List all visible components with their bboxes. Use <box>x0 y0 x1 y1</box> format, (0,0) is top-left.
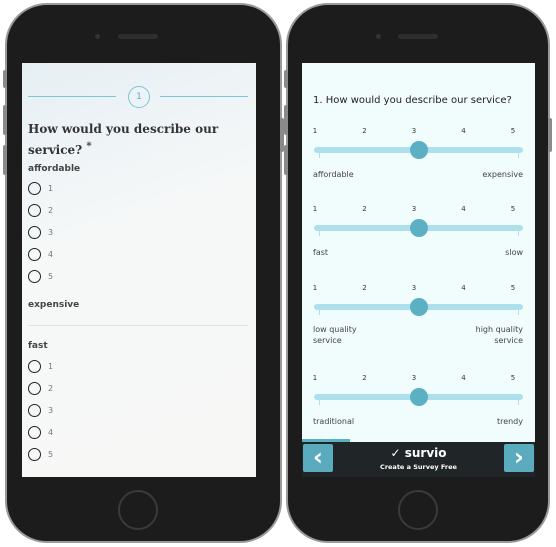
option-label: 2 <box>48 384 54 393</box>
radio-circle[interactable] <box>28 382 41 395</box>
scale-number: 1 <box>312 205 318 213</box>
scale-number: 3 <box>411 374 417 382</box>
step-line-right <box>160 96 248 97</box>
step-line-left <box>28 96 116 97</box>
check-icon: ✓ <box>390 446 401 460</box>
radio-circle[interactable] <box>28 448 41 461</box>
question-title: How would you describe our service? * <box>28 121 228 159</box>
scale-number: 4 <box>461 374 466 382</box>
brand-logo[interactable]: ✓ survio <box>362 446 475 460</box>
scale-number: 3 <box>411 284 417 292</box>
radio-option[interactable]: 1 <box>28 360 53 373</box>
scale-number: 5 <box>510 284 516 292</box>
scale-number: 1 <box>312 374 318 382</box>
power-button <box>548 118 552 152</box>
slider-max-label: trendy <box>496 417 523 426</box>
volume-up <box>3 105 7 135</box>
radio-option[interactable]: 4 <box>28 248 53 261</box>
right-screen: 1. How would you describe our service? 1… <box>302 63 535 477</box>
scale-number: 2 <box>362 127 367 135</box>
radio-circle[interactable] <box>28 182 41 195</box>
slider-max-label: high quality service <box>475 325 523 345</box>
radio-option[interactable]: 2 <box>28 382 53 395</box>
slider-min-label: affordable <box>313 170 354 179</box>
radio-option[interactable]: 5 <box>28 270 53 283</box>
option-label: 4 <box>48 428 54 437</box>
scale-number: 2 <box>362 374 367 382</box>
option-label: 1 <box>48 362 54 371</box>
scale-number: 1 <box>312 284 318 292</box>
radio-option[interactable]: 3 <box>28 404 53 417</box>
group-label: affordable <box>28 164 81 174</box>
question-title: 1. How would you describe our service? <box>313 95 512 106</box>
radio-option[interactable]: 4 <box>28 426 53 439</box>
required-mark: * <box>86 141 92 152</box>
prev-button[interactable]: ‹ <box>303 444 333 472</box>
camera <box>95 34 100 39</box>
left-screen: 1 How would you describe our service? * … <box>22 63 256 477</box>
slider-handle[interactable] <box>409 219 428 237</box>
slider-min-label: fast <box>313 248 329 257</box>
next-button[interactable]: › <box>504 444 534 472</box>
radio-circle[interactable] <box>28 404 41 417</box>
radio-option[interactable]: 5 <box>28 448 53 461</box>
option-label: 5 <box>48 272 54 281</box>
radio-circle[interactable] <box>28 270 41 283</box>
scale-number: 2 <box>362 284 367 292</box>
radio-circle[interactable] <box>28 426 41 439</box>
slider-max-label: slow <box>505 248 523 257</box>
divider <box>28 325 248 326</box>
radio-option[interactable]: 3 <box>28 226 53 239</box>
slider-handle[interactable] <box>409 388 428 406</box>
scale-number: 1 <box>312 127 318 135</box>
create-survey-link[interactable]: Create a Survey Free <box>352 463 485 471</box>
brand-name: survio <box>404 446 447 460</box>
radio-option[interactable]: 2 <box>28 204 53 217</box>
scale-number: 5 <box>510 374 516 382</box>
scale-number: 5 <box>510 127 516 135</box>
group-label: fast <box>28 341 48 351</box>
radio-circle[interactable] <box>28 360 41 373</box>
home-button[interactable] <box>118 490 158 530</box>
volume-down <box>284 145 288 175</box>
option-label: 5 <box>48 450 54 459</box>
mute-switch <box>3 70 7 88</box>
option-label: 1 <box>48 184 54 193</box>
option-label: 2 <box>48 206 54 215</box>
slider-min-label: traditional <box>313 417 355 426</box>
scale-number: 4 <box>461 127 466 135</box>
footer-bar: ‹ ✓ survio Create a Survey Free › <box>302 442 535 477</box>
home-button[interactable] <box>398 490 438 530</box>
scale-number: 3 <box>411 205 417 213</box>
speaker <box>398 34 438 39</box>
scale-number: 2 <box>362 205 367 213</box>
mute-switch <box>284 70 288 88</box>
option-label: 3 <box>48 406 54 415</box>
question-text: How would you describe our service? <box>28 122 219 157</box>
radio-circle[interactable] <box>28 226 41 239</box>
group-end-label: expensive <box>28 300 80 310</box>
radio-option[interactable]: 1 <box>28 182 53 195</box>
volume-up <box>284 105 288 135</box>
volume-down <box>3 145 7 175</box>
radio-circle[interactable] <box>28 204 41 217</box>
option-label: 3 <box>48 228 54 237</box>
scale-number: 5 <box>510 205 516 213</box>
option-label: 4 <box>48 250 54 259</box>
slider-handle[interactable] <box>409 298 428 316</box>
scale-number: 3 <box>411 127 417 135</box>
camera <box>376 34 381 39</box>
slider-max-label: expensive <box>482 170 523 179</box>
scale-number: 4 <box>461 205 466 213</box>
radio-circle[interactable] <box>28 248 41 261</box>
scale-number: 4 <box>461 284 466 292</box>
speaker <box>118 34 158 39</box>
slider-min-label: low quality service <box>313 325 357 345</box>
step-indicator: 1 <box>128 86 150 108</box>
slider-handle[interactable] <box>409 141 428 159</box>
